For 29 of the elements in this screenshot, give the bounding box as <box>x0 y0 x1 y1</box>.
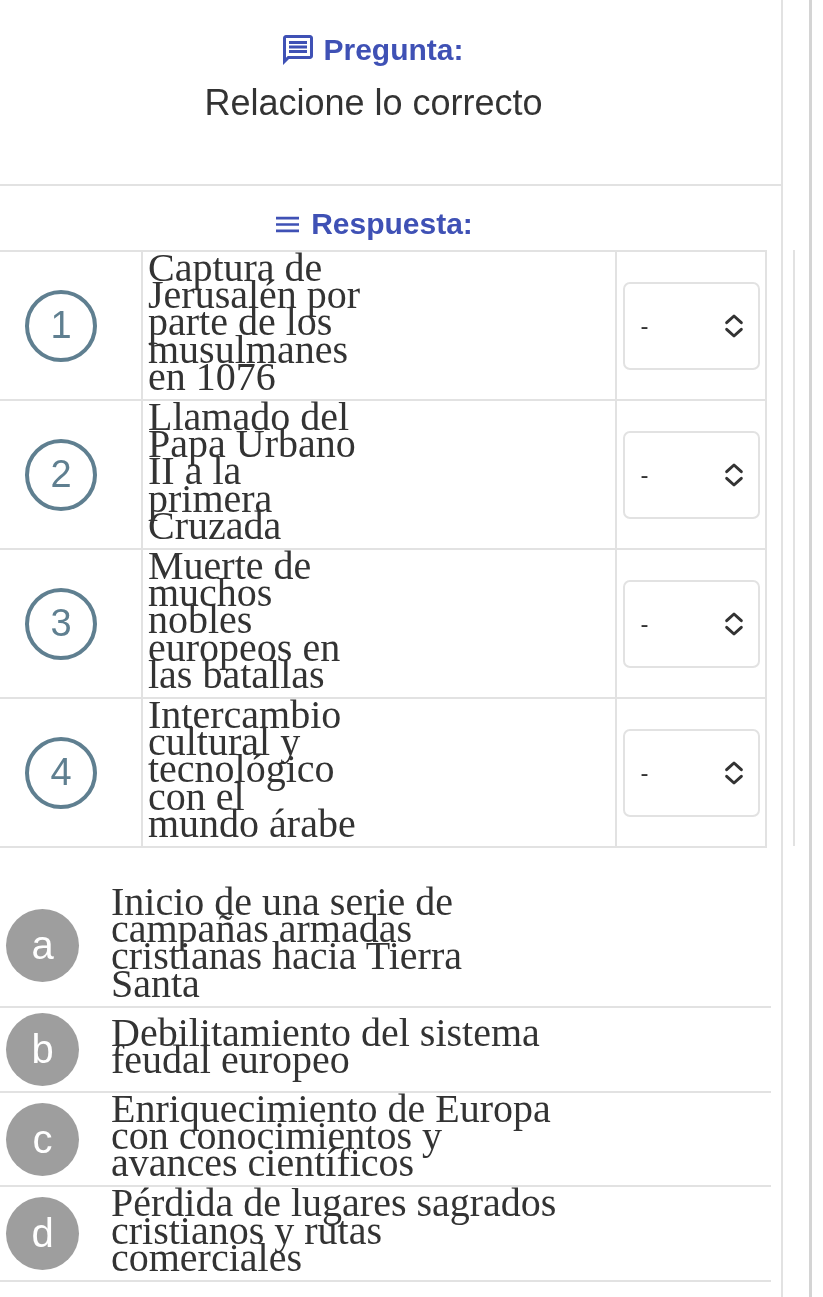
premise-text: Captura de Jerusalén por parte de los musulmanes en 1076 <box>148 252 362 399</box>
option-letter: c <box>6 1102 79 1176</box>
item-number: 1 <box>25 289 97 362</box>
question-heading: Pregunta: <box>323 32 464 68</box>
answer-heading: Respuesta: <box>311 206 473 242</box>
answer-select[interactable]: - <box>622 579 760 668</box>
comment-icon <box>283 35 314 65</box>
option-text: Debilitamiento del sistema feudal europeo <box>111 1016 541 1083</box>
premise-text: Muerte de muchos nobles europeos en las batallas <box>148 550 342 698</box>
answer-select[interactable]: - <box>622 728 760 817</box>
premise-text: Llamado del Papa Urbano II a la primera Cruzada <box>148 401 357 549</box>
up-down-chevron-icon <box>723 462 744 487</box>
up-down-chevron-icon <box>723 611 744 636</box>
item-number: 2 <box>25 438 97 511</box>
option-letter: d <box>6 1197 79 1271</box>
option-letter: a <box>6 909 79 983</box>
answer-select[interactable]: - <box>622 281 760 370</box>
option-text: Inicio de una serie de campañas armadas cristianas hacia Tierra Santa <box>111 886 463 1006</box>
question-text: Relacione lo correcto <box>204 82 543 124</box>
up-down-chevron-icon <box>723 760 744 785</box>
list-icon <box>276 215 300 233</box>
answer-select[interactable]: - <box>622 430 760 519</box>
item-number: 3 <box>25 587 97 660</box>
option-text: Enriquecimiento de Europa con conocimientos y avances científicos <box>111 1092 552 1186</box>
up-down-chevron-icon <box>723 313 744 338</box>
premise-text: Intercambio cultural y tecnológico con el mundo árabe <box>148 699 357 847</box>
option-text: Pérdida de lugares sagrados cristianos y rutas comerciales <box>111 1187 558 1281</box>
option-letter: b <box>6 1012 79 1086</box>
item-number: 4 <box>25 736 97 809</box>
